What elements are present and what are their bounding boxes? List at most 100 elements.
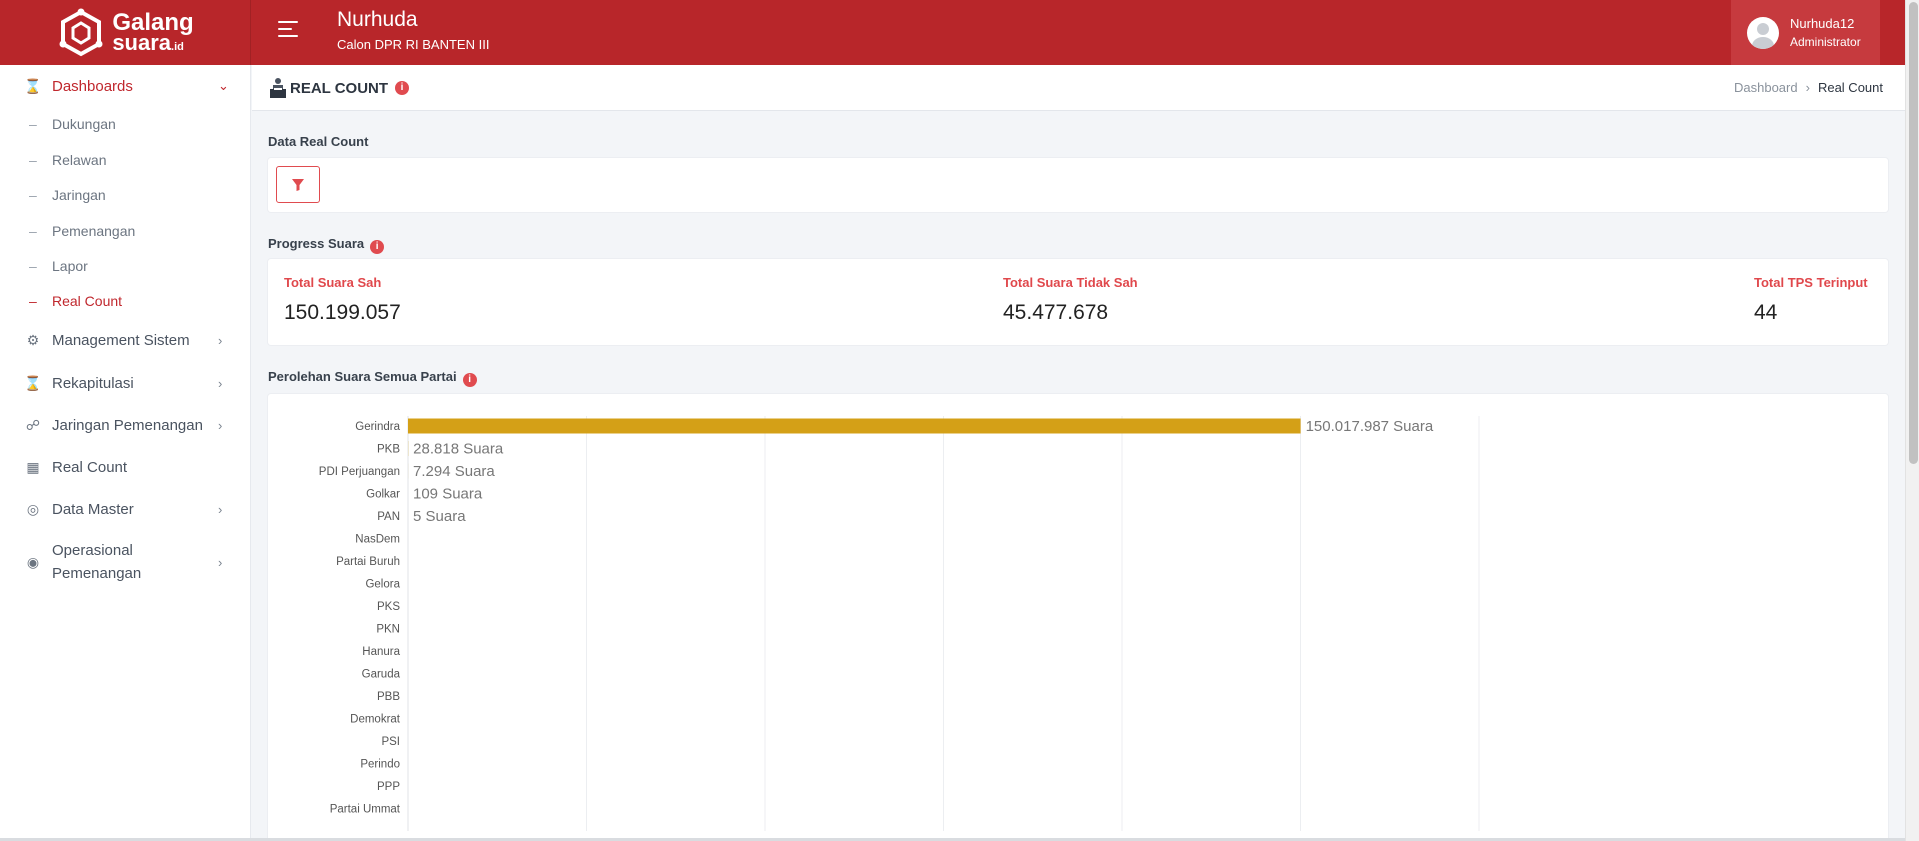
brand-logo[interactable]: Galang suara.id — [0, 0, 251, 65]
sidebar-item-label: Dashboards — [52, 77, 133, 95]
stat-total-tps-terinput: Total TPS Terinput 44 — [1754, 275, 1868, 325]
y-tick-label: PBB — [377, 691, 400, 703]
chart-section-title: Perolehan Suara Semua Partai i — [268, 369, 477, 387]
sidebar-subitem-real-count[interactable]: – Real Count — [0, 289, 250, 313]
data-label: 5 Suara — [413, 508, 466, 525]
chevron-right-icon: › — [218, 501, 223, 517]
sidebar-item-data-master[interactable]: ◎ Data Master › — [0, 498, 250, 520]
sidebar-subitem-label: Pemenangan — [52, 223, 136, 239]
sidebar-subitem-dukungan[interactable]: – Dukungan — [0, 112, 250, 136]
data-label: 28.818 Suara — [413, 441, 504, 458]
candidate-name: Nurhuda — [337, 8, 418, 31]
sidebar-subitem-label: Relawan — [52, 152, 107, 168]
chevron-right-icon: › — [218, 554, 223, 570]
chevron-right-icon: › — [218, 332, 223, 348]
network-icon: ☍ — [25, 416, 41, 433]
vertical-scrollbar[interactable] — [1905, 0, 1919, 841]
breadcrumb-dashboard[interactable]: Dashboard — [1734, 80, 1798, 95]
filter-button[interactable] — [276, 166, 320, 203]
y-tick-label: Partai Ummat — [330, 804, 401, 816]
logo-line2: suara.id — [112, 32, 193, 54]
eye-icon: ◉ — [26, 553, 40, 570]
sidebar-subitem-label: Lapor — [52, 258, 88, 274]
user-name: Nurhuda12 — [1790, 16, 1855, 31]
data-label: 7.294 Suara — [413, 463, 495, 480]
hourglass-icon: ⌛ — [24, 374, 42, 391]
bar — [408, 418, 1301, 434]
data-label: 109 Suara — [413, 486, 483, 503]
y-tick-label: PKS — [377, 601, 400, 613]
stat-value: 45.477.678 — [1003, 301, 1109, 324]
progress-section-title: Progress Suara i — [268, 236, 385, 254]
chart-card: 030.000.00060.000.00090.000.000120.000.0… — [268, 394, 1888, 841]
data-section-title: Data Real Count — [268, 134, 368, 149]
top-header: Galang suara.id Nurhuda Calon DPR RI BAN… — [0, 0, 1905, 65]
y-tick-label: Golkar — [366, 489, 400, 501]
data-section-title-text: Data Real Count — [268, 134, 369, 149]
stat-label: Total Suara Sah — [284, 275, 382, 290]
y-tick-label: PDI Perjuangan — [319, 466, 400, 478]
sidebar-subitem-pemenangan[interactable]: – Pemenangan — [0, 219, 250, 243]
sidebar-subitem-lapor[interactable]: – Lapor — [0, 254, 250, 278]
target-icon: ◎ — [26, 500, 40, 517]
progress-card: Total Suara Sah 150.199.057 Total Suara … — [268, 259, 1888, 345]
user-role: Administrator — [1790, 35, 1861, 49]
y-tick-label: PKN — [376, 624, 400, 636]
menu-toggle-icon[interactable] — [278, 21, 300, 41]
y-tick-label: Garuda — [362, 669, 401, 681]
breadcrumb-current: Real Count — [1817, 80, 1883, 95]
y-tick-label: Hanura — [362, 646, 400, 658]
y-tick-label: Perindo — [360, 759, 400, 771]
sidebar-item-operasional-pemenangan[interactable]: ◉ Operasional Pemenangan › — [0, 538, 250, 586]
y-tick-label: Gerindra — [355, 421, 400, 433]
sidebar-item-label: Data Master — [52, 500, 134, 518]
sidebar-item-label-line1: Operasional — [52, 542, 133, 559]
scrollbar-thumb[interactable] — [1909, 2, 1918, 464]
sidebar-item-label: Jaringan Pemenangan — [52, 416, 203, 434]
y-tick-label: Gelora — [365, 579, 400, 591]
stat-label: Total TPS Terinput — [1754, 275, 1868, 290]
logo-line2-suffix: .id — [171, 41, 184, 54]
chart-section-title-text: Perolehan Suara Semua Partai — [268, 369, 457, 384]
sidebar-item-label-line2: Pemenangan — [52, 565, 142, 582]
sidebar-subitem-label: Jaringan — [52, 187, 106, 203]
info-icon[interactable]: i — [462, 373, 477, 387]
user-menu[interactable]: Nurhuda12 Administrator — [1731, 0, 1880, 65]
info-icon[interactable]: i — [370, 240, 385, 254]
sidebar-item-jaringan-pemenangan[interactable]: ☍ Jaringan Pemenangan › — [0, 414, 250, 436]
y-tick-label: PAN — [377, 511, 400, 523]
filter-icon — [292, 178, 304, 191]
y-tick-label: PSI — [381, 736, 400, 748]
candidate-subtitle: Calon DPR RI BANTEN III — [337, 37, 490, 52]
stat-total-suara-tidak-sah: Total Suara Tidak Sah 45.477.678 — [1003, 275, 1138, 325]
sidebar-item-dashboards[interactable]: ⌛ Dashboards ⌄ — [0, 75, 250, 97]
chevron-right-icon: › — [218, 417, 223, 433]
hourglass-icon: ⌛ — [24, 77, 42, 94]
stat-value: 150.199.057 — [284, 301, 401, 324]
sidebar-item-management-sistem[interactable]: ⚙ Management Sistem › — [0, 329, 250, 351]
y-tick-label: NasDem — [355, 534, 400, 546]
sidebar: ⌛ Dashboards ⌄ – Dukungan – Relawan – Jarin… — [0, 65, 251, 841]
stat-total-suara-sah: Total Suara Sah 150.199.057 — [284, 275, 401, 325]
page-header: REAL COUNT i Dashboard › Real Count — [252, 65, 1905, 111]
y-tick-label: PPP — [377, 781, 400, 793]
chevron-down-icon: ⌄ — [218, 78, 229, 93]
sidebar-item-label: Operasional Pemenangan — [52, 539, 141, 585]
ballot-box-icon — [270, 78, 286, 98]
sidebar-subitem-jaringan[interactable]: – Jaringan — [0, 183, 250, 207]
progress-section-title-text: Progress Suara — [268, 236, 365, 251]
logo-icon — [59, 8, 103, 56]
users-cog-icon: ⚙ — [26, 331, 40, 348]
sidebar-subitem-label: Dukungan — [52, 116, 116, 132]
breadcrumb: Dashboard › Real Count — [1734, 80, 1883, 95]
sidebar-item-label: Management Sistem — [52, 331, 190, 349]
sidebar-item-rekapitulasi[interactable]: ⌛ Rekapitulasi › — [0, 372, 250, 394]
info-icon[interactable]: i — [395, 81, 409, 95]
chevron-right-icon: › — [1805, 80, 1810, 95]
logo-wordmark: Galang suara.id — [112, 10, 193, 54]
sidebar-subitem-relawan[interactable]: – Relawan — [0, 148, 250, 172]
sidebar-subitem-label: Real Count — [52, 293, 123, 309]
data-label: 150.017.987 Suara — [1306, 418, 1434, 435]
sidebar-item-real-count[interactable]: ▦ Real Count — [0, 456, 250, 478]
page-title: REAL COUNT — [290, 80, 389, 97]
